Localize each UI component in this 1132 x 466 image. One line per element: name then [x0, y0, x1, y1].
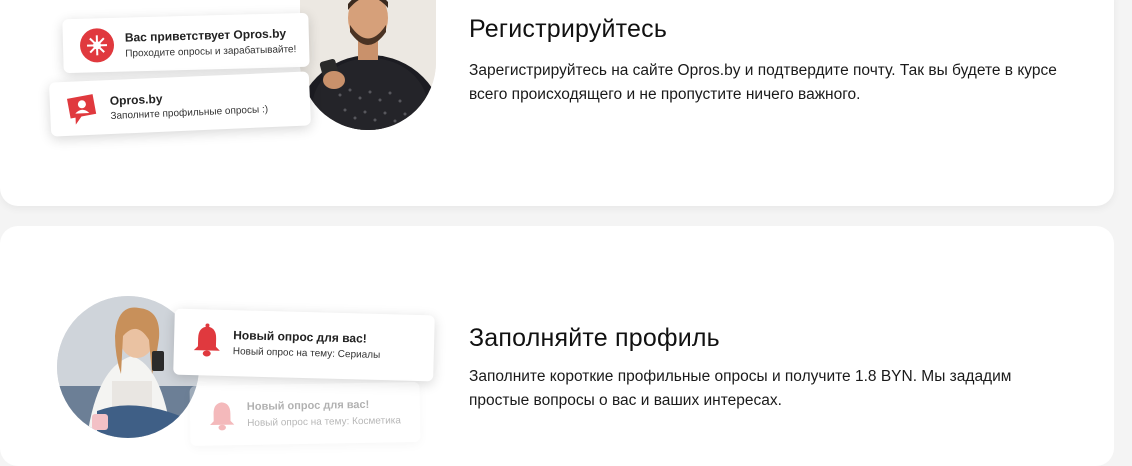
- step-card-profile: Новый опрос для вас! Новый опрос на тему…: [0, 226, 1114, 466]
- step-text-profile: Заполните короткие профильные опросы и п…: [469, 368, 1012, 409]
- bell-icon-faded: [208, 399, 237, 431]
- notification-profile-title: Opros.by: [109, 91, 163, 109]
- notification-faded-subtitle: Новый опрос на тему: Косметика: [247, 415, 402, 430]
- bell-icon: [192, 323, 223, 358]
- notification-faded-title: Новый опрос для вас!: [246, 398, 370, 414]
- notification-welcome-title: Вас приветствует Opros.by: [124, 26, 287, 45]
- notification-faded: Новый опрос для вас! Новый опрос на тему…: [189, 381, 421, 447]
- profile-chat-icon: [65, 93, 98, 126]
- notification-new-survey-subtitle: Новый опрос на тему: Сериалы: [232, 346, 381, 361]
- notification-welcome-subtitle: Проходите опросы и зарабатывайте!: [125, 44, 297, 60]
- step-title-profile: Заполняйте профиль: [469, 324, 720, 352]
- notification-new-survey-title: Новый опрос для вас!: [233, 328, 367, 346]
- man-illustration: [300, 0, 436, 130]
- step-title-register: Регистрируйтесь: [469, 15, 668, 43]
- man-photo: [300, 0, 436, 130]
- step-text-register: Зарегистрируйтесь на сайте Opros.by и по…: [469, 62, 1057, 103]
- notification-profile: Opros.by Заполните профильные опросы :): [48, 71, 312, 137]
- notification-welcome: Вас приветствует Opros.by Проходите опро…: [62, 12, 310, 74]
- notification-new-survey: Новый опрос для вас! Новый опрос на тему…: [173, 308, 435, 382]
- step-card-register: Вас приветствует Opros.by Проходите опро…: [0, 0, 1114, 206]
- flower-logo-icon: [79, 27, 115, 63]
